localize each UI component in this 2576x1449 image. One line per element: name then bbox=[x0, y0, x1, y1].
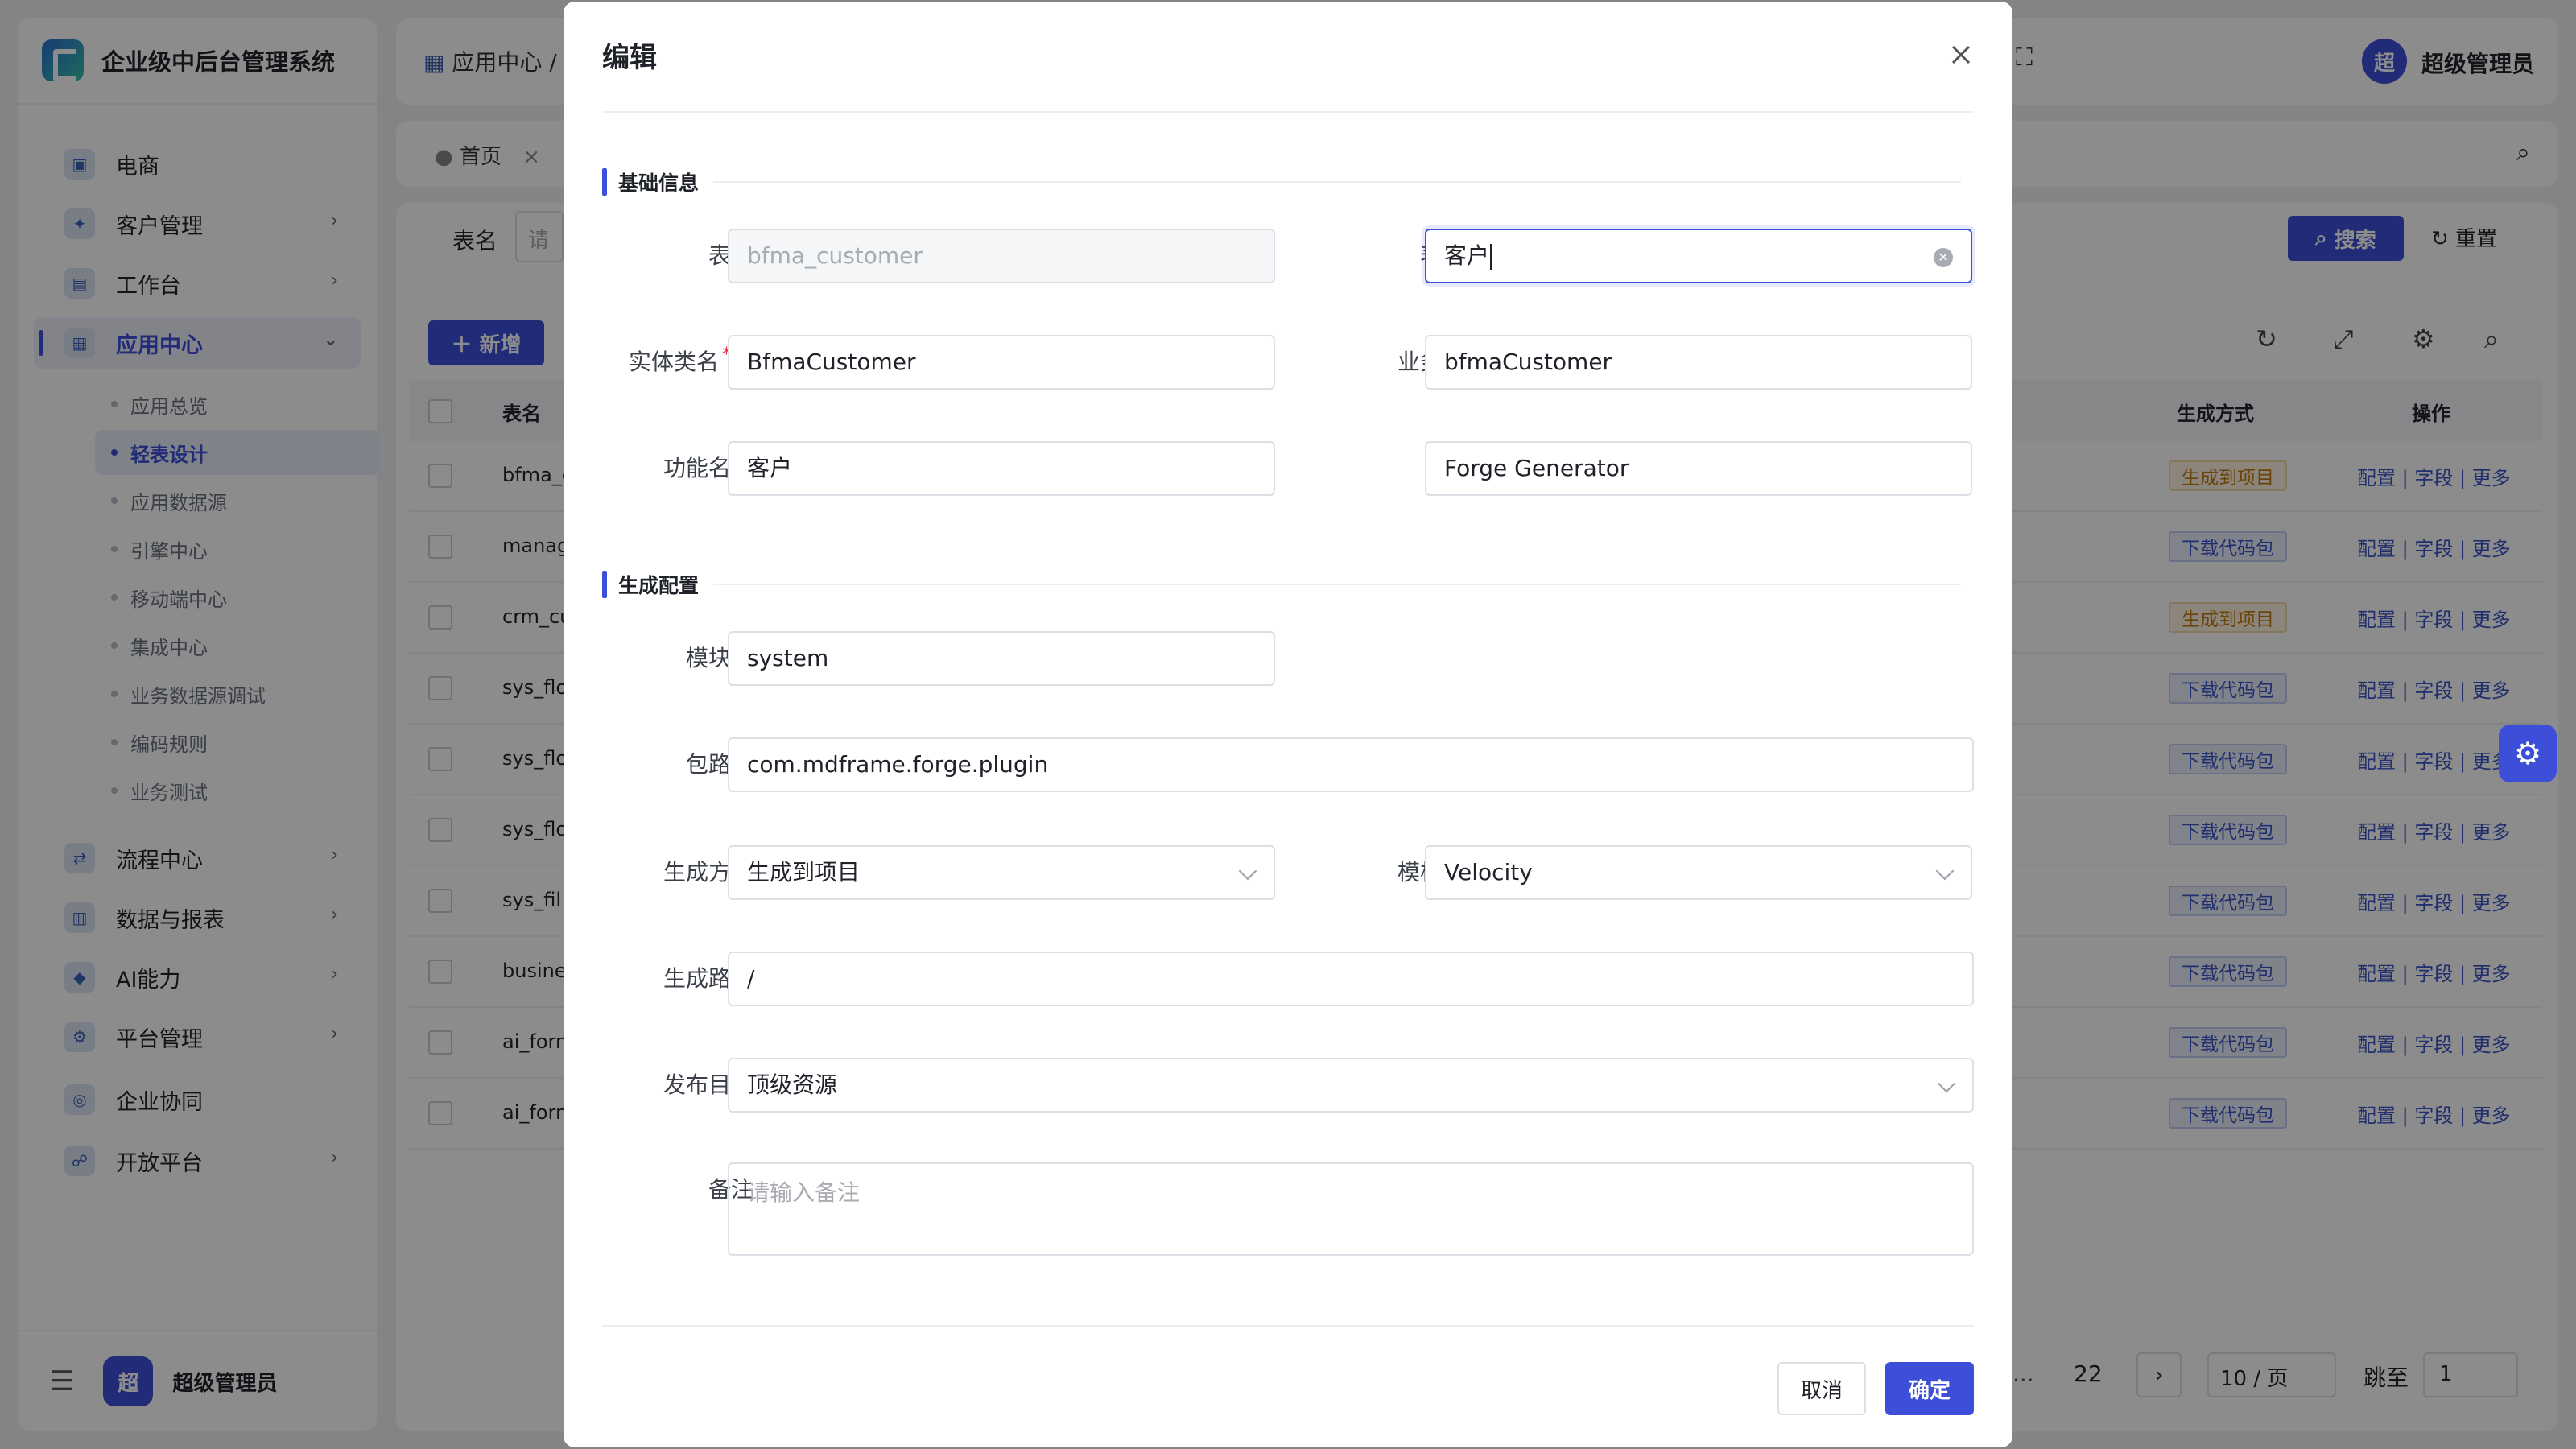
clear-icon[interactable]: ✕ bbox=[1934, 248, 1953, 267]
section-marker bbox=[602, 571, 607, 598]
template-engine-select[interactable]: Velocity bbox=[1425, 845, 1972, 900]
remark-textarea[interactable]: 请输入备注 bbox=[728, 1162, 1974, 1256]
entity-class-label-text: 实体类名 bbox=[628, 349, 719, 375]
edit-dialog: 编辑 基础信息 表名 bfma_customer 表描述 客户 ✕ 实体类名* … bbox=[564, 2, 2013, 1447]
business-name-field[interactable]: bfmaCustomer bbox=[1425, 335, 1972, 390]
chevron-down-icon bbox=[1238, 861, 1257, 881]
section-line bbox=[713, 584, 1962, 585]
publish-dir-select[interactable]: 顶级资源 bbox=[728, 1058, 1974, 1113]
chevron-down-icon bbox=[1935, 861, 1955, 881]
gen-mode-select[interactable]: 生成到项目 bbox=[728, 845, 1275, 900]
section-marker bbox=[602, 168, 607, 196]
cancel-button[interactable]: 取消 bbox=[1777, 1362, 1866, 1415]
section-title: 基础信息 bbox=[618, 171, 700, 195]
author-field[interactable]: Forge Generator bbox=[1425, 441, 1972, 496]
publish-dir-value: 顶级资源 bbox=[747, 1071, 838, 1098]
footer-divider bbox=[602, 1325, 1974, 1327]
section-basic-info: 基础信息 bbox=[602, 166, 1962, 198]
section-gen-config: 生成配置 bbox=[602, 568, 1962, 601]
package-path-field[interactable]: com.mdframe.forge.plugin bbox=[728, 737, 1974, 792]
chevron-down-icon bbox=[1937, 1074, 1956, 1093]
section-line bbox=[713, 181, 1962, 183]
text-caret bbox=[1490, 244, 1492, 270]
function-name-field[interactable]: 客户 bbox=[728, 441, 1275, 496]
gen-path-field[interactable]: / bbox=[728, 952, 1974, 1006]
dialog-title: 编辑 bbox=[602, 42, 657, 74]
gear-icon: ⚙ bbox=[2513, 736, 2542, 771]
table-desc-value: 客户 bbox=[1444, 242, 1490, 269]
entity-class-label: 实体类名 * bbox=[602, 335, 731, 390]
table-desc-field[interactable]: 客户 ✕ bbox=[1425, 229, 1972, 283]
gen-mode-value: 生成到项目 bbox=[747, 859, 861, 886]
table-name-field: bfma_customer bbox=[728, 229, 1275, 283]
section-title: 生成配置 bbox=[618, 574, 700, 597]
header-divider bbox=[602, 111, 1974, 113]
settings-floating-button[interactable]: ⚙ bbox=[2499, 724, 2557, 782]
close-icon[interactable] bbox=[1945, 39, 1977, 71]
template-engine-value: Velocity bbox=[1444, 859, 1533, 886]
confirm-button[interactable]: 确定 bbox=[1885, 1362, 1974, 1415]
entity-class-field[interactable]: BfmaCustomer bbox=[728, 335, 1275, 390]
module-name-field[interactable]: system bbox=[728, 631, 1275, 686]
